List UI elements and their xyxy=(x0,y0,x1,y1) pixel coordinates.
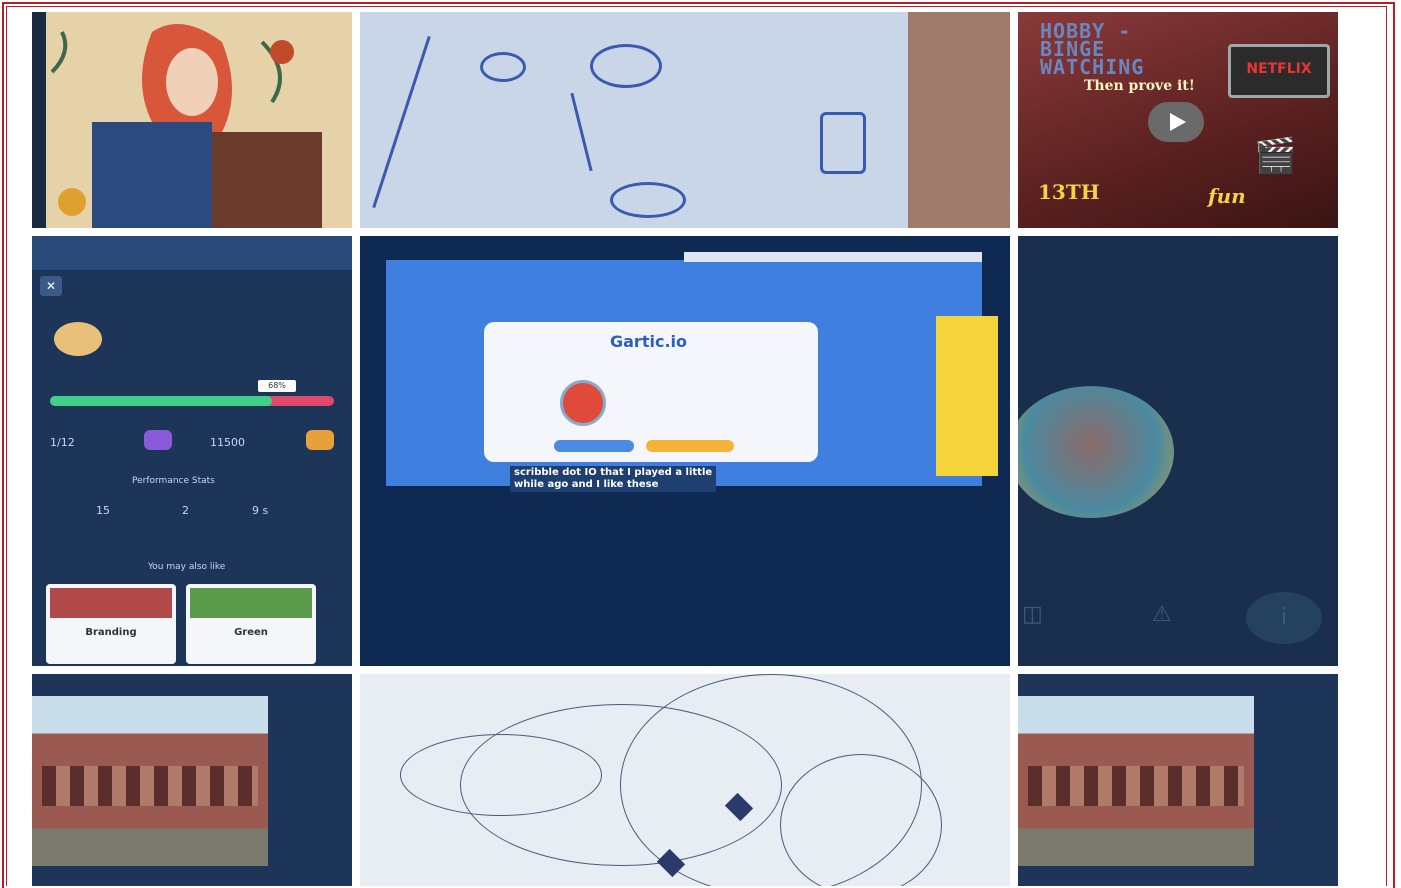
building-windows xyxy=(1028,766,1244,806)
quiz-progress-pct: 68% xyxy=(258,380,296,392)
netflix-logo: NETFLIX xyxy=(1228,44,1330,98)
sketch-earring xyxy=(820,112,866,174)
suggest-title: You may also like xyxy=(148,562,226,572)
game-logo: Gartic.io xyxy=(610,332,687,351)
browser-url-bar xyxy=(32,236,352,270)
avatar xyxy=(54,322,102,356)
building-windows xyxy=(42,766,258,806)
building-photo xyxy=(32,696,268,866)
perf-time: 9 s xyxy=(252,504,269,517)
quiz-stat-questions: 1/12 xyxy=(50,436,75,449)
gallery-tile-netflix-poster[interactable]: HOBBY - BINGE WATCHING NETFLIX Then prov… xyxy=(1018,12,1338,228)
gallery-tile-quiz-screenshot[interactable]: ✕ 68% 1/12 11500 Performance Stats 15 2 … xyxy=(32,236,352,666)
clapperboard-icon: 🎬 xyxy=(1254,136,1297,176)
orange-badge-icon xyxy=(306,430,334,450)
poster-date: 13TH xyxy=(1038,180,1100,204)
purple-badge-icon xyxy=(144,430,172,450)
gallery-tile-building-1[interactable] xyxy=(32,674,352,886)
game-window: Gartic.io xyxy=(386,252,998,486)
info-icon[interactable]: i xyxy=(1246,592,1322,644)
wood-board xyxy=(908,12,1010,228)
sketch-eye-right xyxy=(480,52,526,82)
quiz-stat-points: 11500 xyxy=(210,436,245,449)
game-avatar[interactable] xyxy=(560,380,606,426)
close-icon[interactable]: ✕ xyxy=(40,276,62,296)
sketch-hair xyxy=(372,35,431,209)
sketch-lips xyxy=(610,182,686,218)
performance-stats-title: Performance Stats xyxy=(132,476,215,486)
card-thumbnail xyxy=(50,588,172,618)
gallery-tile-video-call[interactable]: ◫ ⚠ i xyxy=(1018,236,1338,666)
sketch-eye-left xyxy=(590,44,662,88)
sketch-stroke xyxy=(400,734,602,816)
quiz-progress-fill xyxy=(50,396,272,406)
gallery-tile-building-2[interactable] xyxy=(1018,674,1338,886)
building-photo xyxy=(1018,696,1254,866)
gallery-tile-illustration[interactable] xyxy=(32,12,352,228)
perf-incorrect: 2 xyxy=(182,504,189,517)
game-login-card: Gartic.io xyxy=(484,322,818,462)
side-advert xyxy=(936,316,998,476)
poster-tagline: Then prove it! xyxy=(1084,78,1195,94)
sketch-stroke xyxy=(780,754,942,886)
suggest-card-1-label: Branding xyxy=(85,627,137,638)
quiz-progress-bar xyxy=(50,396,334,406)
perf-correct: 15 xyxy=(96,504,110,517)
sketch-nose xyxy=(570,92,593,172)
game-titlebar xyxy=(684,252,982,262)
suggest-card-2-label: Green xyxy=(234,627,268,638)
participant-video xyxy=(1018,386,1174,518)
poster-title: HOBBY - BINGE WATCHING xyxy=(1040,19,1145,79)
poster-fun: fun xyxy=(1208,184,1246,208)
suggest-card-1[interactable]: Branding xyxy=(46,584,176,664)
play-button[interactable] xyxy=(646,440,734,452)
suggest-card-2[interactable]: Green xyxy=(186,584,316,664)
camera-off-icon[interactable]: ◫ xyxy=(1022,602,1043,627)
rooms-button[interactable] xyxy=(554,440,634,452)
gallery-tile-portrait-sketch[interactable] xyxy=(360,12,1010,228)
gallery-tile-game-screenshot[interactable]: Gartic.io scribble dot IO that I played … xyxy=(360,236,1010,666)
card-thumbnail xyxy=(190,588,312,618)
gallery-tile-pencil-sketch[interactable] xyxy=(360,674,1010,886)
play-icon[interactable] xyxy=(1148,102,1204,142)
mic-off-icon[interactable]: ⚠ xyxy=(1152,602,1172,627)
illustration-art xyxy=(32,12,352,228)
game-caption: scribble dot IO that I played a little w… xyxy=(510,466,717,492)
